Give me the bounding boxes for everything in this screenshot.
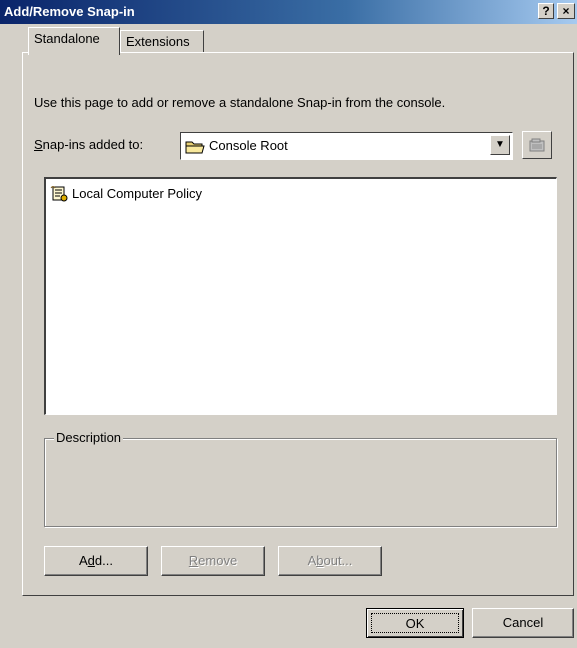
tab-standalone[interactable]: Standalone — [28, 27, 120, 55]
cancel-button[interactable]: Cancel — [472, 608, 574, 638]
title-bar[interactable]: Add/Remove Snap-in ? × — [0, 0, 577, 24]
ok-button[interactable]: OK — [366, 608, 464, 638]
help-button[interactable]: ? — [538, 3, 554, 19]
window-title: Add/Remove Snap-in — [4, 4, 135, 19]
ok-label: OK — [371, 613, 459, 633]
tab-panel — [22, 52, 574, 596]
close-button[interactable]: × — [557, 3, 575, 19]
tab-extensions[interactable]: Extensions — [120, 30, 204, 52]
